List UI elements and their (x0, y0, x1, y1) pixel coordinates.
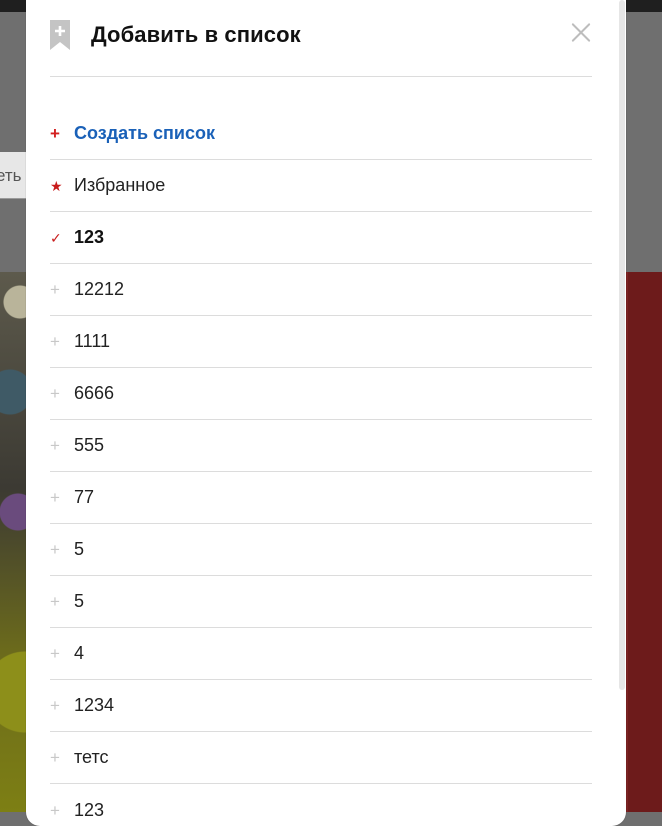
lists-menu: + Создать список ★ Избранное ✓ 123 + 122… (50, 108, 592, 826)
list-item[interactable]: + 12212 (50, 264, 592, 316)
plus-icon: + (50, 384, 60, 403)
list-item-label: 12212 (74, 279, 125, 299)
check-icon: ✓ (50, 229, 62, 246)
add-to-list-modal: Добавить в список + Создать список ★ Изб… (26, 0, 626, 826)
bookmark-add-icon (50, 20, 70, 50)
list-item[interactable]: + 6666 (50, 368, 592, 420)
scrollbar-thumb[interactable] (619, 0, 625, 690)
plus-icon: + (50, 644, 60, 663)
list-item[interactable]: + 1111 (50, 316, 592, 368)
list-item-label: Избранное (74, 175, 166, 195)
list-item[interactable]: + 4 (50, 628, 592, 680)
list-item[interactable]: + 1234 (50, 680, 592, 732)
list-item-label: 4 (74, 643, 85, 663)
plus-icon: + (50, 436, 60, 455)
plus-icon: + (50, 800, 60, 820)
list-item-label: тетс (74, 747, 109, 767)
plus-icon: + (50, 488, 60, 507)
plus-icon: + (50, 280, 60, 299)
close-icon[interactable] (568, 20, 594, 46)
background-input-text: еть (0, 166, 22, 185)
list-item-label: 1111 (74, 331, 111, 351)
plus-icon: + (50, 124, 60, 143)
list-item[interactable]: + 555 (50, 420, 592, 472)
list-item[interactable]: + тетс (50, 732, 592, 784)
list-item[interactable]: + 5 (50, 524, 592, 576)
list-item-favorites[interactable]: ★ Избранное (50, 160, 592, 212)
plus-icon: + (50, 748, 60, 767)
list-item[interactable]: + 77 (50, 472, 592, 524)
create-list-label: Создать список (74, 123, 215, 143)
plus-icon: + (50, 592, 60, 611)
list-item-label: 123 (74, 227, 105, 247)
list-item-label: 5 (74, 539, 85, 559)
list-item-selected[interactable]: ✓ 123 (50, 212, 592, 264)
create-list-button[interactable]: + Создать список (50, 108, 592, 160)
list-item[interactable]: + 123 (50, 784, 592, 826)
list-item-label: 5 (74, 591, 85, 611)
list-item-label: 123 (74, 799, 105, 820)
list-item-label: 555 (74, 435, 105, 455)
modal-title: Добавить в список (91, 22, 301, 47)
list-item-label: 1234 (74, 695, 115, 715)
background-red-panel (626, 272, 662, 812)
list-item-label: 77 (74, 487, 95, 507)
list-item[interactable]: + 5 (50, 576, 592, 628)
modal-header: Добавить в список (50, 0, 592, 77)
plus-icon: + (50, 696, 60, 715)
list-item-label: 6666 (74, 383, 115, 403)
star-icon: ★ (50, 177, 63, 194)
plus-icon: + (50, 540, 60, 559)
plus-icon: + (50, 332, 60, 351)
